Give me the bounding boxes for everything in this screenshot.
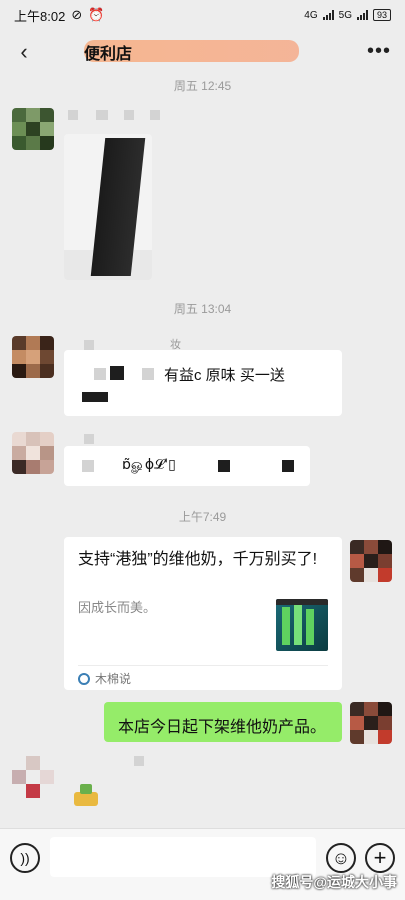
redacted-text (82, 460, 94, 472)
redacted-text (82, 392, 108, 402)
divider (78, 665, 328, 666)
redacted-name (150, 110, 160, 120)
redacted-text (142, 368, 154, 380)
image-message[interactable] (64, 134, 152, 280)
emoji-button[interactable]: ☺ (326, 843, 356, 873)
more-actions-button[interactable]: + (365, 843, 395, 873)
sticker-top (80, 784, 92, 794)
signal-icon-2 (356, 10, 368, 20)
message-text: 有益c 原味 买一送 (164, 367, 285, 384)
link-description: 因成长而美。 (78, 600, 157, 615)
back-button[interactable]: ‹ (10, 38, 38, 66)
battery-icon: 93 (372, 9, 391, 21)
more-icon: ••• (366, 40, 391, 62)
avatar[interactable] (12, 108, 54, 150)
status-right: 4G 5G 93 (304, 9, 391, 21)
redacted-name (134, 756, 144, 766)
network-label-1: 4G (304, 9, 318, 21)
avatar[interactable] (12, 336, 54, 378)
redacted-text (218, 460, 230, 472)
emoji-icon: ☺ (331, 847, 351, 868)
link-card[interactable]: 支持“港独”的维他奶，千万别买了! 因成长而美。 木棉说 (64, 537, 342, 690)
battery-level: 93 (376, 10, 387, 20)
chevron-left-icon: ‹ (20, 39, 28, 64)
redacted-name (84, 434, 94, 444)
status-bar: 上午8:02 ⊘ ⏰ 4G 5G 93 (0, 0, 405, 30)
chat-title: 便利店 (84, 40, 314, 64)
network-label-2: 5G (338, 9, 352, 21)
redacted-text (110, 366, 124, 380)
more-options-button[interactable]: ••• (367, 40, 391, 63)
redacted-name (84, 340, 94, 350)
redacted-text (282, 460, 294, 472)
avatar[interactable] (12, 756, 54, 798)
avatar[interactable] (350, 702, 392, 744)
redacted-name (68, 110, 78, 120)
signal-icon (322, 10, 334, 20)
timestamp: 周五 13:04 (173, 302, 232, 316)
sticker-body (74, 792, 98, 806)
outgoing-message-bubble[interactable]: 本店今日起下架维他奶产品。 (104, 702, 342, 742)
plus-icon: + (373, 845, 387, 870)
status-time: 上午8:02 (14, 8, 66, 24)
source-icon (78, 672, 90, 685)
message-text: 本店今日起下架维他奶产品。 (118, 719, 327, 736)
message-bubble[interactable]: ɒ̃ௐɸ𝓛'▯ (64, 446, 310, 486)
link-source: 木棉说 (78, 670, 131, 687)
link-source-name: 木棉说 (95, 672, 132, 686)
redacted-name (96, 110, 108, 120)
chat-title-text: 便利店 (84, 46, 133, 63)
link-title: 支持“港独”的维他奶，千万别买了! (78, 551, 318, 568)
chat-header: ‹ 便利店 ••• (0, 30, 405, 74)
voice-icon: )) (20, 850, 30, 866)
avatar[interactable] (350, 540, 392, 582)
timestamp: 周五 12:45 (173, 79, 232, 93)
message-input[interactable] (50, 837, 316, 877)
message-text: ɒ̃ௐɸ𝓛'▯ (122, 457, 176, 473)
sticker-image[interactable] (72, 782, 100, 808)
redacted-name (124, 110, 134, 120)
status-left: 上午8:02 ⊘ ⏰ (14, 6, 104, 25)
no-signal-icon: ⊘ (71, 7, 83, 22)
watermark: 搜狐号@运城大小事 (271, 874, 397, 890)
avatar[interactable] (12, 432, 54, 474)
link-thumbnail (276, 599, 328, 651)
timestamp: 上午7:49 (178, 510, 227, 524)
message-bubble[interactable]: 有益c 原味 买一送 (64, 350, 342, 416)
redacted-text (94, 368, 106, 380)
voice-button[interactable]: )) (10, 843, 40, 873)
alarm-icon: ⏰ (88, 7, 105, 22)
